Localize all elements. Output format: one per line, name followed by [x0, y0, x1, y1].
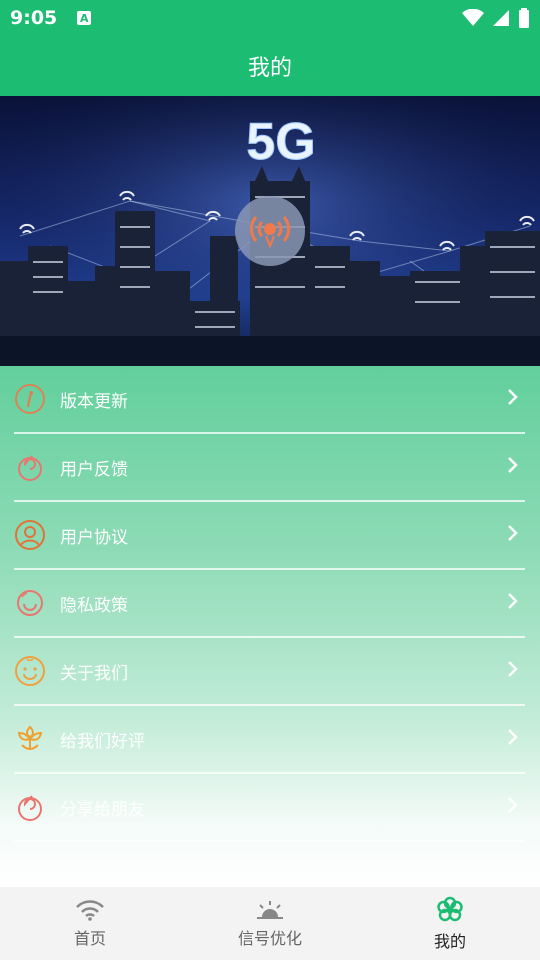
- smile-icon: [14, 587, 46, 619]
- user-icon: [14, 519, 46, 551]
- chevron-right-icon: [507, 388, 519, 410]
- banner-5g-text: 5G: [246, 113, 315, 171]
- baby-face-icon: [14, 655, 46, 687]
- tab-home-label: 首页: [73, 928, 106, 948]
- battery-icon: [519, 8, 529, 28]
- menu-item-version-update[interactable]: 版本更新: [14, 366, 525, 434]
- status-time: 9:05: [10, 7, 58, 29]
- notification-icon: A: [77, 11, 92, 25]
- menu-item-label: 分享给朋友: [60, 799, 145, 820]
- menu-item-label: 关于我们: [60, 663, 128, 684]
- banner-image: 5G: [0, 96, 540, 366]
- menu-item-rate-us[interactable]: 给我们好评: [14, 706, 525, 774]
- menu-item-label: 给我们好评: [60, 731, 145, 752]
- tab-signal-optimize[interactable]: 信号优化: [180, 887, 360, 960]
- chevron-right-icon: [507, 660, 519, 682]
- app-title-bar: 我的: [0, 36, 540, 96]
- swirl-icon: [14, 791, 46, 823]
- tab-signal-optimize-label: 信号优化: [237, 928, 302, 948]
- flower-active-icon: [437, 896, 463, 921]
- chevron-right-icon: [507, 728, 519, 750]
- chevron-right-icon: [507, 592, 519, 614]
- menu-item-share[interactable]: 分享给朋友: [14, 774, 525, 842]
- chevron-right-icon: [507, 456, 519, 478]
- tab-mine[interactable]: 我的: [360, 887, 540, 960]
- status-icons: [462, 8, 530, 28]
- menu-item-privacy-policy[interactable]: 隐私政策: [14, 570, 525, 638]
- menu-item-label: 隐私政策: [60, 595, 128, 616]
- menu-item-label: 用户协议: [60, 527, 128, 548]
- status-bar: 9:05 A: [0, 0, 540, 36]
- tab-home[interactable]: 首页: [0, 887, 180, 960]
- menu-item-label: 用户反馈: [60, 459, 128, 480]
- menu-item-feedback[interactable]: 用户反馈: [14, 434, 525, 502]
- tab-mine-label: 我的: [433, 931, 466, 951]
- page-title: 我的: [247, 56, 292, 81]
- info-icon: [14, 383, 46, 415]
- menu-item-label: 版本更新: [60, 391, 128, 412]
- wifi-signal-icon: [462, 9, 484, 26]
- chevron-right-icon: [507, 524, 519, 546]
- swirl-icon: [14, 451, 46, 483]
- chevron-right-icon: [507, 796, 519, 818]
- flower-icon: [14, 723, 46, 755]
- cell-signal-icon: [493, 10, 509, 26]
- menu-item-about-us[interactable]: 关于我们: [14, 638, 525, 706]
- bottom-nav: 首页 信号优化 我的: [0, 887, 540, 960]
- wifi-icon: [76, 899, 104, 921]
- sunrise-icon: [257, 900, 283, 919]
- menu-item-user-agreement[interactable]: 用户协议: [14, 502, 525, 570]
